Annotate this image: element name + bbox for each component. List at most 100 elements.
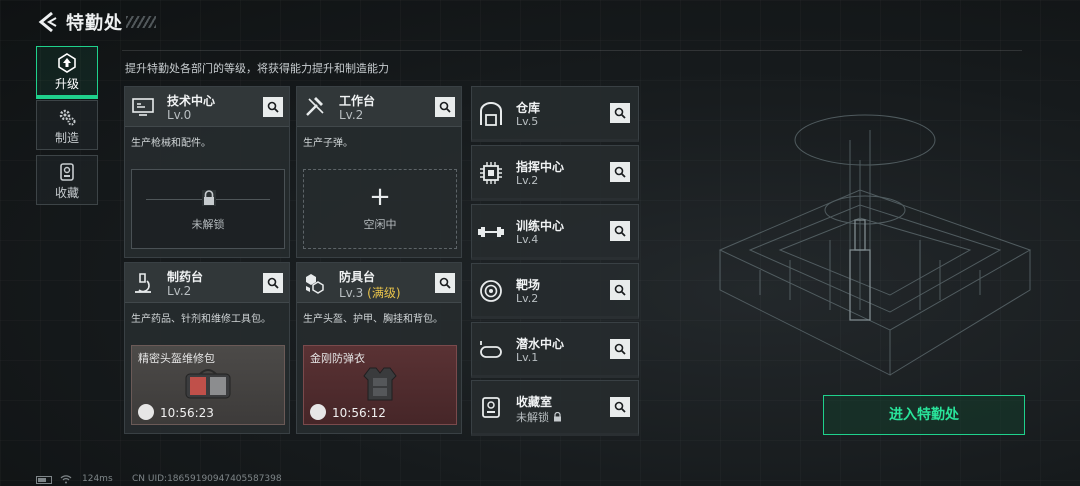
base-wireframe-illustration <box>718 114 1032 376</box>
user-uid: CN UID:186591909474055873​98 <box>132 474 282 484</box>
craft-timer: 10:56:23 <box>160 406 214 420</box>
card-pharmacy[interactable]: 制药台 Lv.2 生产药品、针剂和维修工具包。 精密头盔维修包 10:56:23 <box>124 262 290 434</box>
card-level: Lv.0 <box>167 108 192 122</box>
details-button[interactable] <box>610 221 630 241</box>
card-description: 生产头盔、护甲、胸挂和背包。 <box>303 314 443 325</box>
enter-base-button[interactable]: 进入特勤处 <box>823 395 1025 435</box>
details-button[interactable] <box>610 397 630 417</box>
magnifier-icon <box>614 284 626 296</box>
card-level: 未解锁 <box>516 409 562 425</box>
card-level: Lv.5 <box>516 115 539 128</box>
card-tech-center[interactable]: 技术中心 Lv.0 生产枪械和配件。 未解锁 <box>124 86 290 258</box>
card-level: Lv.2 <box>339 108 364 122</box>
card-level: Lv.3 (满级) <box>339 284 401 301</box>
details-button[interactable] <box>435 273 455 293</box>
back-button[interactable] <box>36 10 58 34</box>
crafting-slot[interactable]: 金刚防弹衣 10:56:12 <box>303 345 457 425</box>
header: 特勤处 <box>0 0 1080 44</box>
level-value: Lv.3 <box>339 286 364 300</box>
card-title: 收藏室 <box>516 395 553 409</box>
timer-icon <box>310 404 326 420</box>
card-title: 训练中心 <box>516 219 565 233</box>
card-description: 生产子弹。 <box>303 138 353 149</box>
warehouse-icon <box>480 102 502 126</box>
tab-upgrade[interactable]: 升级 <box>36 46 98 99</box>
slot-idle[interactable]: + 空闲中 <box>303 169 457 249</box>
card-level: Lv.2 <box>516 292 539 305</box>
tab-collection[interactable]: 收藏 <box>36 155 98 205</box>
chip-icon <box>480 162 502 184</box>
cubes-icon <box>306 274 324 294</box>
details-button[interactable] <box>263 97 283 117</box>
card-title: 潜水中心 <box>516 337 565 351</box>
page-title: 特勤处 <box>66 13 123 34</box>
magnifier-icon <box>439 101 451 113</box>
max-level-badge: (满级) <box>367 286 401 300</box>
crafting-slot[interactable]: 精密头盔维修包 10:56:23 <box>131 345 285 425</box>
card-workbench[interactable]: 工作台 Lv.2 生产子弹。 + 空闲中 <box>296 86 462 258</box>
gears-icon <box>59 109 76 126</box>
body-armor-icon <box>363 367 397 401</box>
card-description: 生产药品、针剂和维修工具包。 <box>131 314 271 325</box>
wifi-icon <box>60 475 72 484</box>
tab-label: 升级 <box>54 77 79 91</box>
card-title: 仓库 <box>516 101 541 115</box>
card-shooting-range[interactable]: 靶场 Lv.2 <box>471 263 639 319</box>
monitor-icon <box>132 98 154 116</box>
card-title: 指挥中心 <box>516 160 565 174</box>
card-title: 技术中心 <box>167 94 216 108</box>
details-button[interactable] <box>263 273 283 293</box>
magnifier-icon <box>614 225 626 237</box>
collection-icon <box>60 163 74 181</box>
repair-kit-icon <box>185 369 231 399</box>
diving-mask-icon <box>480 341 502 358</box>
tools-icon <box>306 97 324 116</box>
card-collection-room[interactable]: 收藏室 未解锁 <box>471 380 639 436</box>
header-divider <box>122 50 1022 51</box>
page-subtitle: 提升特勤处各部门的等级，将获得能力提升和制造能力 <box>125 62 389 75</box>
craft-timer: 10:56:12 <box>332 406 386 420</box>
card-header: 制药台 Lv.2 <box>125 263 289 303</box>
magnifier-icon <box>614 166 626 178</box>
timer-icon <box>138 404 154 420</box>
target-icon <box>480 280 502 302</box>
battery-icon <box>36 476 52 484</box>
details-button[interactable] <box>610 339 630 359</box>
slot-status: 空闲中 <box>363 218 397 231</box>
card-training-center[interactable]: 训练中心 Lv.4 <box>471 204 639 260</box>
microscope-icon <box>135 273 151 293</box>
card-header: 技术中心 Lv.0 <box>125 87 289 127</box>
card-title: 工作台 <box>339 94 376 108</box>
details-button[interactable] <box>610 162 630 182</box>
upgrade-icon <box>58 53 76 73</box>
slot-locked: 未解锁 <box>131 169 285 249</box>
card-title: 靶场 <box>516 278 541 292</box>
level-value: 未解锁 <box>516 411 549 424</box>
card-level: Lv.2 <box>167 284 192 298</box>
card-level: Lv.4 <box>516 233 539 246</box>
magnifier-icon <box>614 107 626 119</box>
network-latency: 124ms <box>82 474 113 484</box>
card-command-center[interactable]: 指挥中心 Lv.2 <box>471 145 639 201</box>
card-level: Lv.2 <box>516 174 539 187</box>
magnifier-icon <box>267 277 279 289</box>
lock-icon <box>553 411 561 422</box>
tab-craft[interactable]: 制造 <box>36 100 98 150</box>
lock-icon <box>202 190 216 206</box>
card-title: 制药台 <box>167 270 204 284</box>
card-diving-center[interactable]: 潜水中心 Lv.1 <box>471 322 639 378</box>
details-button[interactable] <box>435 97 455 117</box>
magnifier-icon <box>439 277 451 289</box>
tab-label: 制造 <box>54 131 79 145</box>
card-armory[interactable]: 防具台 Lv.3 (满级) 生产头盔、护甲、胸挂和背包。 金刚防弹衣 10:56… <box>296 262 462 434</box>
title-decoration <box>126 16 156 28</box>
details-button[interactable] <box>610 103 630 123</box>
card-header: 防具台 Lv.3 (满级) <box>297 263 461 303</box>
display-case-icon <box>482 397 500 418</box>
add-icon: + <box>369 182 391 212</box>
card-warehouse[interactable]: 仓库 Lv.5 <box>471 86 639 142</box>
details-button[interactable] <box>610 280 630 300</box>
tab-label: 收藏 <box>54 186 79 200</box>
magnifier-icon <box>267 101 279 113</box>
card-header: 工作台 Lv.2 <box>297 87 461 127</box>
